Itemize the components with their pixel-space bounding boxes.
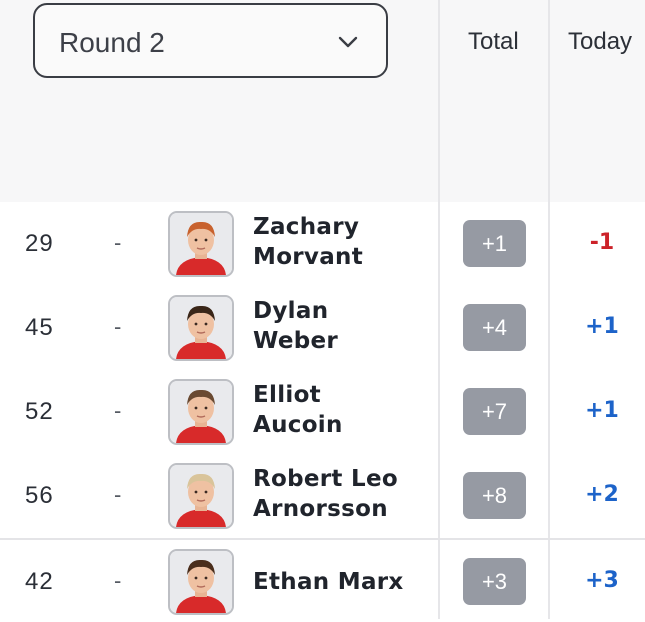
position: 45: [25, 314, 54, 341]
position-change: -: [114, 314, 122, 339]
player-name[interactable]: Elliot Aucoin: [253, 380, 433, 440]
player-name-line1: Zachary: [253, 214, 360, 240]
position-change: -: [114, 568, 122, 593]
today-score: +2: [585, 482, 619, 507]
position: 56: [25, 482, 54, 509]
player-avatar: [168, 463, 234, 529]
today-score: -1: [589, 230, 615, 255]
total-score-badge: +4: [463, 304, 526, 351]
total-score-badge: +3: [463, 558, 526, 605]
position: 42: [25, 568, 54, 595]
position: 52: [25, 398, 54, 425]
player-name-line2: Morvant: [253, 244, 364, 270]
player-name-line2: Aucoin: [253, 412, 343, 438]
column-header-total[interactable]: Total: [468, 28, 519, 56]
position-change: -: [114, 398, 122, 423]
round-select-value: Round 2: [59, 27, 165, 58]
player-name-line1: Dylan: [253, 298, 329, 324]
player-name-line1: Robert Leo: [253, 466, 398, 492]
leaderboard-row[interactable]: 42 - Ethan Marx +3 +3: [0, 538, 645, 622]
chevron-down-icon: [338, 36, 358, 48]
leaderboard-row[interactable]: 56 - Robert Leo Arnorsson +8 +2: [0, 454, 645, 538]
player-photo-icon: [170, 381, 232, 443]
player-photo-icon: [170, 213, 232, 275]
today-score: +3: [585, 568, 619, 593]
player-name-line2: Weber: [253, 328, 339, 354]
player-avatar: [168, 379, 234, 445]
player-name-line1: Ethan Marx: [253, 569, 404, 595]
column-header-today[interactable]: Today: [568, 28, 632, 56]
today-score: +1: [585, 314, 619, 339]
player-avatar: [168, 295, 234, 361]
player-photo-icon: [170, 465, 232, 527]
position-change: -: [114, 230, 122, 255]
player-name-line2: Arnorsson: [253, 496, 388, 522]
leaderboard-row[interactable]: 45 - Dylan Weber +4 +1: [0, 286, 645, 370]
player-photo-icon: [170, 551, 232, 613]
player-name[interactable]: Zachary Morvant: [253, 212, 433, 272]
position: 29: [25, 230, 54, 257]
leaderboard-row[interactable]: 29 - Zachary Morvant +1 -1: [0, 202, 645, 286]
player-name[interactable]: Ethan Marx: [253, 567, 433, 597]
total-score-badge: +1: [463, 220, 526, 267]
position-change: -: [114, 482, 122, 507]
total-score-badge: +7: [463, 388, 526, 435]
today-score: +1: [585, 398, 619, 423]
player-avatar: [168, 211, 234, 277]
round-select-dropdown[interactable]: Round 2: [33, 3, 388, 78]
player-name[interactable]: Robert Leo Arnorsson: [253, 464, 433, 524]
player-name[interactable]: Dylan Weber: [253, 296, 433, 356]
total-score-badge: +8: [463, 472, 526, 519]
player-name-line1: Elliot: [253, 382, 321, 408]
player-photo-icon: [170, 297, 232, 359]
leaderboard-row[interactable]: 52 - Elliot Aucoin +7 +1: [0, 370, 645, 454]
player-avatar: [168, 549, 234, 615]
